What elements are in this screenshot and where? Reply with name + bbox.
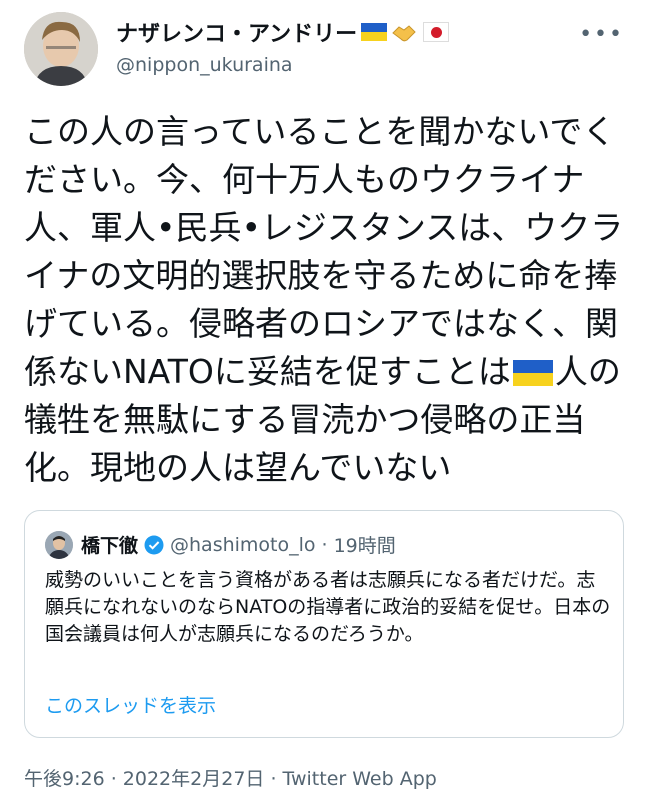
ellipsis-icon: •••	[579, 22, 624, 47]
quote-text: 威勢のいいことを言う資格がある者は志願兵になる者だけだ。志願兵になれないのならN…	[45, 569, 611, 645]
author-avatar[interactable]	[24, 12, 98, 86]
tweet-text: この人の言っていることを聞かないでください。今、何十万人ものウクライナ人、軍人•…	[24, 108, 624, 492]
author-name[interactable]: ナザレンコ・アンドリー	[116, 16, 450, 48]
show-thread-link[interactable]: このスレッドを表示	[45, 691, 216, 718]
more-options-button[interactable]: •••	[579, 22, 624, 47]
quote-handle: @hashimoto_lo	[170, 533, 316, 556]
tweet-text-part1: この人の言っていることを聞かないでください。今、何十万人ものウクライナ人、軍人•…	[24, 112, 624, 391]
tweet-timestamp[interactable]: 午後9:26 · 2022年2月27日 · Twitter Web App	[24, 764, 437, 791]
quote-author: 橋下徹 @hashimoto_lo · 19時間	[81, 531, 396, 558]
japan-flag-icon	[423, 22, 450, 42]
ukraine-flag-icon	[361, 23, 388, 41]
verified-badge-icon	[144, 535, 164, 555]
quote-separator: ·	[321, 533, 328, 556]
author-name-text: ナザレンコ・アンドリー	[116, 22, 358, 47]
quoted-tweet-card[interactable]: 橋下徹 @hashimoto_lo · 19時間 威勢のいいことを言う資格がある…	[24, 510, 624, 738]
quote-avatar	[45, 531, 73, 559]
handshake-icon	[391, 21, 417, 43]
author-handle[interactable]: @nippon_ukuraina	[116, 54, 293, 76]
quote-time: 19時間	[333, 535, 396, 557]
ukraine-flag-icon	[512, 360, 553, 386]
quote-author-name: 橋下徹	[81, 535, 139, 557]
